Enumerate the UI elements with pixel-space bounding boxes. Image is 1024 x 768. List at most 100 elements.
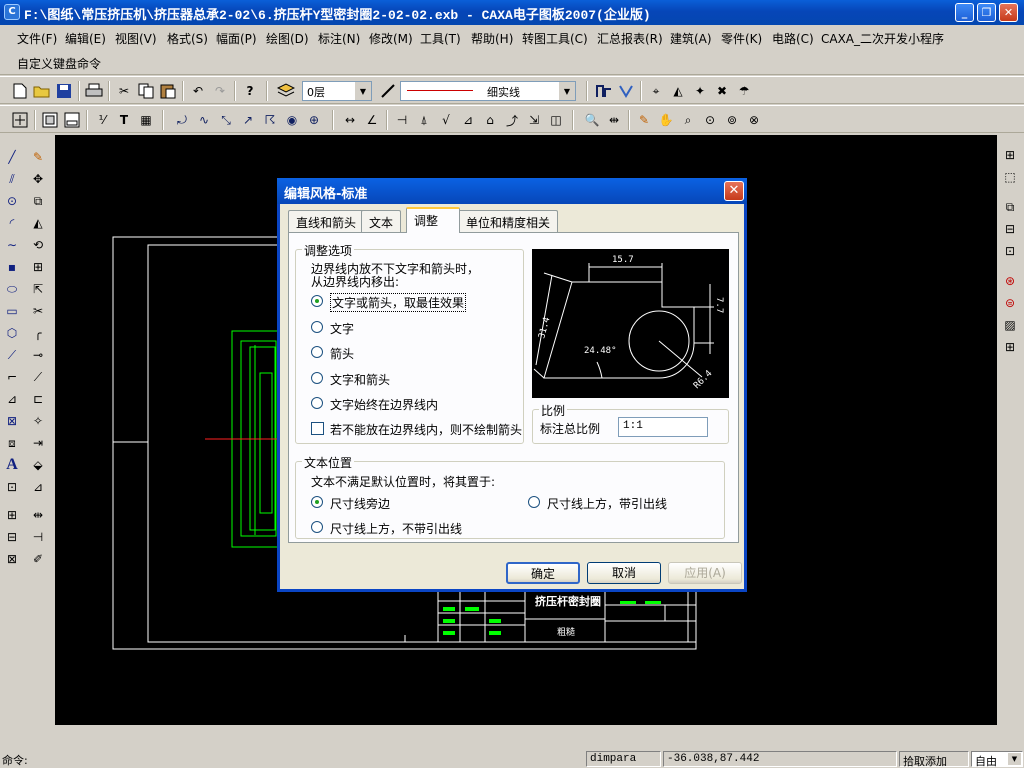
snap-mode-select[interactable]: 自由 ▼: [971, 751, 1023, 768]
brush-icon[interactable]: ✐: [28, 549, 48, 569]
datum-icon[interactable]: ⍋: [414, 110, 434, 130]
tolerance-frame-icon[interactable]: ⊡: [2, 477, 22, 497]
checkbox-suppress-arrow[interactable]: [311, 422, 324, 435]
query-icon[interactable]: ⌖: [646, 81, 666, 101]
radio-text-label[interactable]: 文字: [330, 320, 354, 337]
ellipse-icon[interactable]: ⬭: [2, 279, 22, 299]
radio-above-no-leader-label[interactable]: 尺寸线上方，不带引出线: [330, 520, 462, 537]
curve-icon[interactable]: ∼: [2, 235, 22, 255]
break-icon[interactable]: ⟋: [28, 367, 48, 387]
point-icon[interactable]: ▪: [2, 257, 22, 277]
align-icon[interactable]: ⊣: [28, 527, 48, 547]
restore-button[interactable]: ❐: [977, 3, 996, 22]
hatch-icon[interactable]: ✦: [690, 81, 710, 101]
snap-icon[interactable]: [594, 81, 614, 101]
eraser-icon[interactable]: ✎: [28, 147, 48, 167]
help-icon[interactable]: ?: [240, 81, 260, 101]
layer-manager-icon[interactable]: [276, 81, 296, 101]
parallel-line-icon[interactable]: ⫽: [2, 169, 22, 189]
angle-dimension-icon[interactable]: ∠: [362, 110, 382, 130]
edit-hatch-icon[interactable]: ⊿: [28, 477, 48, 497]
radio-beside-line[interactable]: [311, 496, 323, 508]
polygon-icon[interactable]: ⬡: [2, 323, 22, 343]
zoom-in-icon[interactable]: 🔍: [582, 110, 602, 130]
menu-dev-tools[interactable]: CAXA_二次开发小程序: [821, 30, 944, 47]
menu-file[interactable]: 文件(F): [17, 30, 57, 47]
menu-architecture[interactable]: 建筑(A): [670, 30, 712, 47]
insert-block-icon[interactable]: ⬙: [28, 455, 48, 475]
save-icon[interactable]: [54, 81, 74, 101]
parts-library-icon[interactable]: ⊞: [1000, 145, 1020, 165]
linetype-icon[interactable]: [378, 81, 398, 101]
radio-text[interactable]: [311, 321, 323, 333]
display-window-icon[interactable]: [10, 110, 30, 130]
radio-text-inside[interactable]: [311, 397, 323, 409]
open-folder-icon[interactable]: [32, 81, 52, 101]
ok-button[interactable]: 确定: [506, 562, 580, 584]
paste-icon[interactable]: [158, 81, 178, 101]
symbol-icon[interactable]: ▦: [136, 110, 156, 130]
fillet-icon[interactable]: ╭: [28, 323, 48, 343]
tab-lines-arrows[interactable]: 直线和箭头: [288, 210, 365, 232]
zoom-extents-icon[interactable]: ⊗: [744, 110, 764, 130]
explode-icon[interactable]: ✧: [28, 411, 48, 431]
checkbox-suppress-arrow-label[interactable]: 若不能放在边界线内，则不绘制箭头: [330, 421, 522, 438]
box-icon[interactable]: ⬚: [1000, 167, 1020, 187]
table-icon[interactable]: ⊟: [2, 527, 22, 547]
menu-format[interactable]: 格式(S): [167, 30, 208, 47]
match-property-icon[interactable]: ◭: [668, 81, 688, 101]
zoom-all-icon[interactable]: ⊙: [700, 110, 720, 130]
section-icon[interactable]: ⇲: [524, 110, 544, 130]
move-icon[interactable]: ✥: [28, 169, 48, 189]
zoom-previous-icon[interactable]: ⊚: [722, 110, 742, 130]
menu-sheet[interactable]: 幅面(P): [216, 30, 257, 47]
extend-icon[interactable]: ⊸: [28, 345, 48, 365]
line-icon[interactable]: ╱: [2, 147, 22, 167]
menu-report[interactable]: 汇总报表(R): [597, 30, 663, 47]
delete-all-icon[interactable]: ✖: [712, 81, 732, 101]
redo-icon[interactable]: ↷: [210, 81, 230, 101]
tab-adjust[interactable]: 调整: [406, 207, 460, 233]
schedule-icon[interactable]: ⊞: [1000, 337, 1020, 357]
layers-icon[interactable]: ⊟: [1000, 219, 1020, 239]
tab-units-precision[interactable]: 单位和精度相关: [458, 210, 559, 232]
print-icon[interactable]: [84, 81, 104, 101]
block-icon[interactable]: ⧈: [2, 433, 22, 453]
apply-button[interactable]: 应用(A): [668, 562, 742, 584]
scale-input[interactable]: 1:1: [618, 417, 708, 437]
menu-help[interactable]: 帮助(H): [471, 30, 513, 47]
stretch-icon[interactable]: ⊏: [28, 389, 48, 409]
radio-text-and-arrow-label[interactable]: 文字和箭头: [330, 371, 390, 388]
dimension-icon[interactable]: ↔: [340, 110, 360, 130]
distance-icon[interactable]: ⇹: [604, 110, 624, 130]
menu-view[interactable]: 视图(V): [115, 30, 157, 47]
dimension-style-icon[interactable]: ⅟: [92, 110, 112, 130]
scale-icon[interactable]: ⇱: [28, 279, 48, 299]
array-icon[interactable]: ⊞: [28, 257, 48, 277]
mirror-icon[interactable]: ◭: [28, 213, 48, 233]
rectangle-icon[interactable]: ▭: [2, 301, 22, 321]
close-button[interactable]: ✕: [999, 3, 1018, 22]
circle-icon[interactable]: ⊙: [2, 191, 22, 211]
menu-parts[interactable]: 零件(K): [721, 30, 762, 47]
cancel-button[interactable]: 取消: [587, 562, 661, 584]
copy-object-icon[interactable]: ⧉: [28, 191, 48, 211]
block-manager-icon[interactable]: ⧉: [1000, 197, 1020, 217]
fill-icon[interactable]: ⊿: [2, 389, 22, 409]
chamfer-icon[interactable]: ⇥: [28, 433, 48, 453]
library-icon[interactable]: ⊠: [2, 549, 22, 569]
pan-icon[interactable]: ✋: [656, 110, 676, 130]
bom-icon[interactable]: ⊜: [1000, 293, 1020, 313]
part-number-icon[interactable]: ⊛: [1000, 271, 1020, 291]
equidistant-icon[interactable]: ⌐: [2, 367, 22, 387]
leader-icon[interactable]: ⤴: [502, 110, 522, 130]
wave-line-icon[interactable]: ∿: [194, 110, 214, 130]
menu-edit[interactable]: 编辑(E): [65, 30, 106, 47]
cut-icon[interactable]: ✂: [114, 81, 134, 101]
image-insert-icon[interactable]: ⊞: [2, 505, 22, 525]
radio-above-with-leader-label[interactable]: 尺寸线上方，带引出线: [547, 495, 667, 512]
status-pick-mode[interactable]: 拾取添加: [899, 751, 969, 768]
zoom-realtime-icon[interactable]: ⌕: [678, 110, 698, 130]
pen-icon[interactable]: ✎: [634, 110, 654, 130]
arrow-icon[interactable]: ↗: [238, 110, 258, 130]
